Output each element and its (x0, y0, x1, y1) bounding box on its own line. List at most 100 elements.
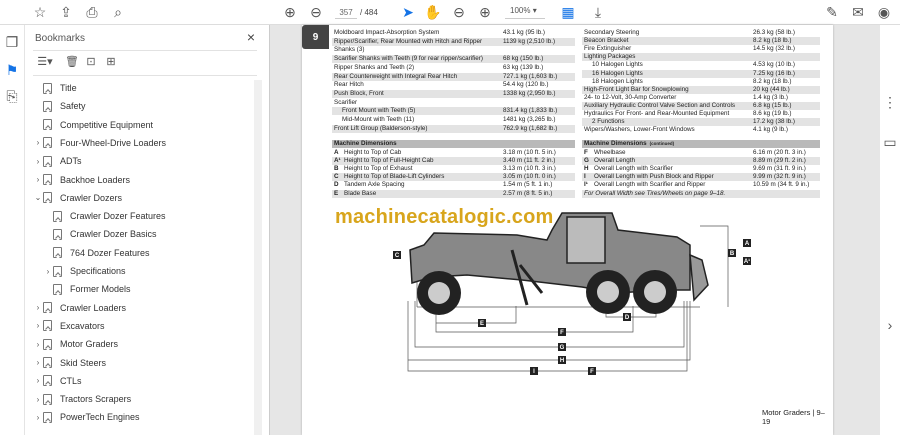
bookmark-icon[interactable]: ⚑ (2, 61, 22, 80)
row-value: 10.59 m (34 ft. 9 in.) (753, 181, 810, 189)
expand-chevron-icon[interactable]: › (33, 413, 43, 422)
row-label: Front Mount with Teeth (5) (342, 107, 416, 115)
share-mail-icon[interactable]: ✉ (848, 3, 868, 22)
dimension-row: Overall Length with Scarifier 9.69 m (31 … (582, 165, 820, 173)
select-cursor-icon[interactable]: ➤ (398, 3, 418, 22)
page-down-icon[interactable]: ⊖ (306, 3, 326, 22)
bookmark-item[interactable]: › Motor Graders (33, 335, 118, 353)
motor-grader-diagram: ABA¹CDEFGHI F (393, 212, 751, 375)
print-icon[interactable]: ⎙ (82, 3, 102, 22)
dimension-marker-label: F (590, 369, 594, 375)
bookmark-item[interactable]: › PowerTech Engines (33, 408, 140, 426)
upload-icon[interactable]: ⇪ (56, 3, 76, 22)
attachment-icon[interactable]: ⎘ (2, 87, 22, 106)
watermark: machinecatalogic.com (335, 206, 554, 228)
bookmark-item[interactable]: 764 Dozer Features (43, 244, 150, 262)
bookmark-label: CTLs (60, 375, 82, 386)
sign-icon[interactable]: ✎ (822, 3, 842, 22)
row-value: 20 kg (44 lb.) (753, 85, 790, 93)
row-value: 7.25 kg (16 lb.) (753, 69, 796, 77)
option-row: Secondary Steering 26.3 kg (58 lb.) (582, 29, 820, 37)
bookmark-item[interactable]: › Crawler Loaders (33, 299, 126, 317)
bookmark-icon (53, 210, 62, 222)
account-icon[interactable]: ◉ (874, 3, 894, 22)
bookmark-item[interactable]: Safety (33, 97, 86, 115)
page-number-input[interactable] (335, 6, 357, 19)
collapse-icon[interactable]: › (880, 315, 900, 334)
bookmark-item[interactable]: Title (33, 79, 77, 97)
option-row: Rear Hitch 54.4 kg (120 lb.) (332, 81, 575, 89)
page-up-icon[interactable]: ⊕ (280, 3, 300, 22)
bookmark-item[interactable]: Former Models (43, 280, 131, 298)
expand-chevron-icon[interactable]: › (43, 267, 53, 276)
option-row: Scarifier Shanks with Teeth (9 for rear … (332, 55, 575, 64)
add-bookmark-icon[interactable]: ⊡ (81, 52, 101, 71)
bookmark-item[interactable]: ⌄ Crawler Dozers (33, 189, 122, 207)
bookmark-options-icon[interactable]: ☰▾ (35, 52, 55, 71)
expand-chevron-icon[interactable]: › (33, 157, 43, 166)
expand-chevron-icon[interactable]: › (33, 358, 43, 367)
tools-icon[interactable]: ⋮ (880, 93, 900, 112)
zoom-in-icon[interactable]: ⊕ (475, 3, 495, 22)
bookmark-label: PowerTech Engines (60, 412, 140, 423)
page-display-icon[interactable]: ▦ (558, 3, 578, 22)
option-row: Lighting Packages (582, 53, 820, 62)
comment-icon[interactable]: ▭ (880, 133, 900, 152)
expand-chevron-icon[interactable]: › (33, 321, 43, 330)
bookmark-icon (43, 320, 52, 332)
expand-chevron-icon[interactable]: › (33, 376, 43, 385)
bookmark-item[interactable]: Competitive Equipment (33, 116, 153, 134)
hand-icon[interactable]: ✋ (423, 3, 443, 22)
row-value: 3.18 m (10 ft. 5 in.) (503, 148, 556, 156)
dimension-marker-label: F (560, 330, 564, 336)
bookmark-item[interactable]: › Excavators (33, 317, 105, 335)
dimension-marker-label: H (560, 358, 564, 364)
scrollbar[interactable] (254, 80, 262, 435)
bookmark-icon (43, 100, 52, 112)
expand-chevron-icon[interactable]: › (33, 175, 43, 184)
delete-icon[interactable]: 🗑 (62, 52, 82, 71)
bookmark-item[interactable]: › Specifications (43, 262, 126, 280)
new-bookmark-from-structure-icon[interactable]: ⊞ (101, 52, 121, 71)
bookmark-item[interactable]: › Skid Steers (33, 354, 106, 372)
bookmark-item[interactable]: › Four-Wheel-Drive Loaders (33, 134, 166, 152)
row-label: Rear Counterweight with Integral Rear Hi… (334, 72, 458, 80)
scroll-mode-icon[interactable]: ⤓ (588, 3, 608, 22)
row-label: Height to Top of Exhaust (344, 164, 413, 172)
row-value: 2.57 m (8 ft. 5 in.) (503, 189, 553, 197)
row-label: Height to Top of Blade-Lift Cylinders (344, 173, 445, 181)
option-row: 24- to 12-Volt, 30-Amp Converter 1.4 kg (… (582, 94, 820, 102)
bookmark-item[interactable]: › Backhoe Loaders (33, 171, 130, 189)
bookmark-label: Excavators (60, 320, 105, 331)
star-icon[interactable]: ☆ (30, 3, 50, 22)
dimension-key: D (334, 181, 339, 189)
section-tab[interactable]: 9 (302, 25, 329, 49)
expand-chevron-icon[interactable]: › (33, 340, 43, 349)
dimension-row: Tandem Axle Spacing 1.54 m (5 ft. 1 in.) D (332, 181, 575, 189)
expand-chevron-icon[interactable]: › (33, 395, 43, 404)
row-value: 1.4 kg (3 lb.) (753, 93, 788, 101)
bookmark-item[interactable]: Crawler Dozer Features (43, 207, 166, 225)
expand-chevron-icon[interactable]: › (33, 138, 43, 147)
option-row: 10 Halogen Lights 4.53 kg (10 lb.) (582, 61, 820, 69)
zoom-out-icon[interactable]: ⊖ (449, 3, 469, 22)
dimension-marker-label: B (730, 251, 735, 257)
bookmark-item[interactable]: Crawler Dozer Basics (43, 225, 157, 243)
row-label: Beacon Bracket (584, 37, 629, 45)
bookmark-item[interactable]: › Tractors Scrapers (33, 390, 131, 408)
bookmark-item[interactable]: › ADTs (33, 152, 82, 170)
zoom-select[interactable]: 100% ▾ (505, 6, 545, 19)
pages-thumbnail-icon[interactable]: ❐ (2, 33, 22, 52)
row-value: 9.99 m (32 ft. 9 in.) (753, 173, 806, 181)
option-row: Hydraulics For Front- and Rear-Mounted E… (582, 110, 820, 118)
bookmark-item[interactable]: › CTLs (33, 372, 82, 390)
search-icon[interactable]: ⌕ (108, 3, 128, 22)
expand-chevron-icon[interactable]: ⌄ (33, 193, 43, 202)
dimension-row: Wheelbase 6.16 m (20 ft. 3 in.) F (582, 149, 820, 157)
bookmark-label: Title (60, 83, 77, 93)
bookmark-label: ADTs (60, 156, 82, 167)
dimension-marker-label: A (745, 241, 750, 247)
close-icon[interactable]: × (247, 29, 255, 45)
expand-chevron-icon[interactable]: › (33, 303, 43, 312)
row-value: 8.2 kg (18 lb.) (753, 37, 792, 45)
